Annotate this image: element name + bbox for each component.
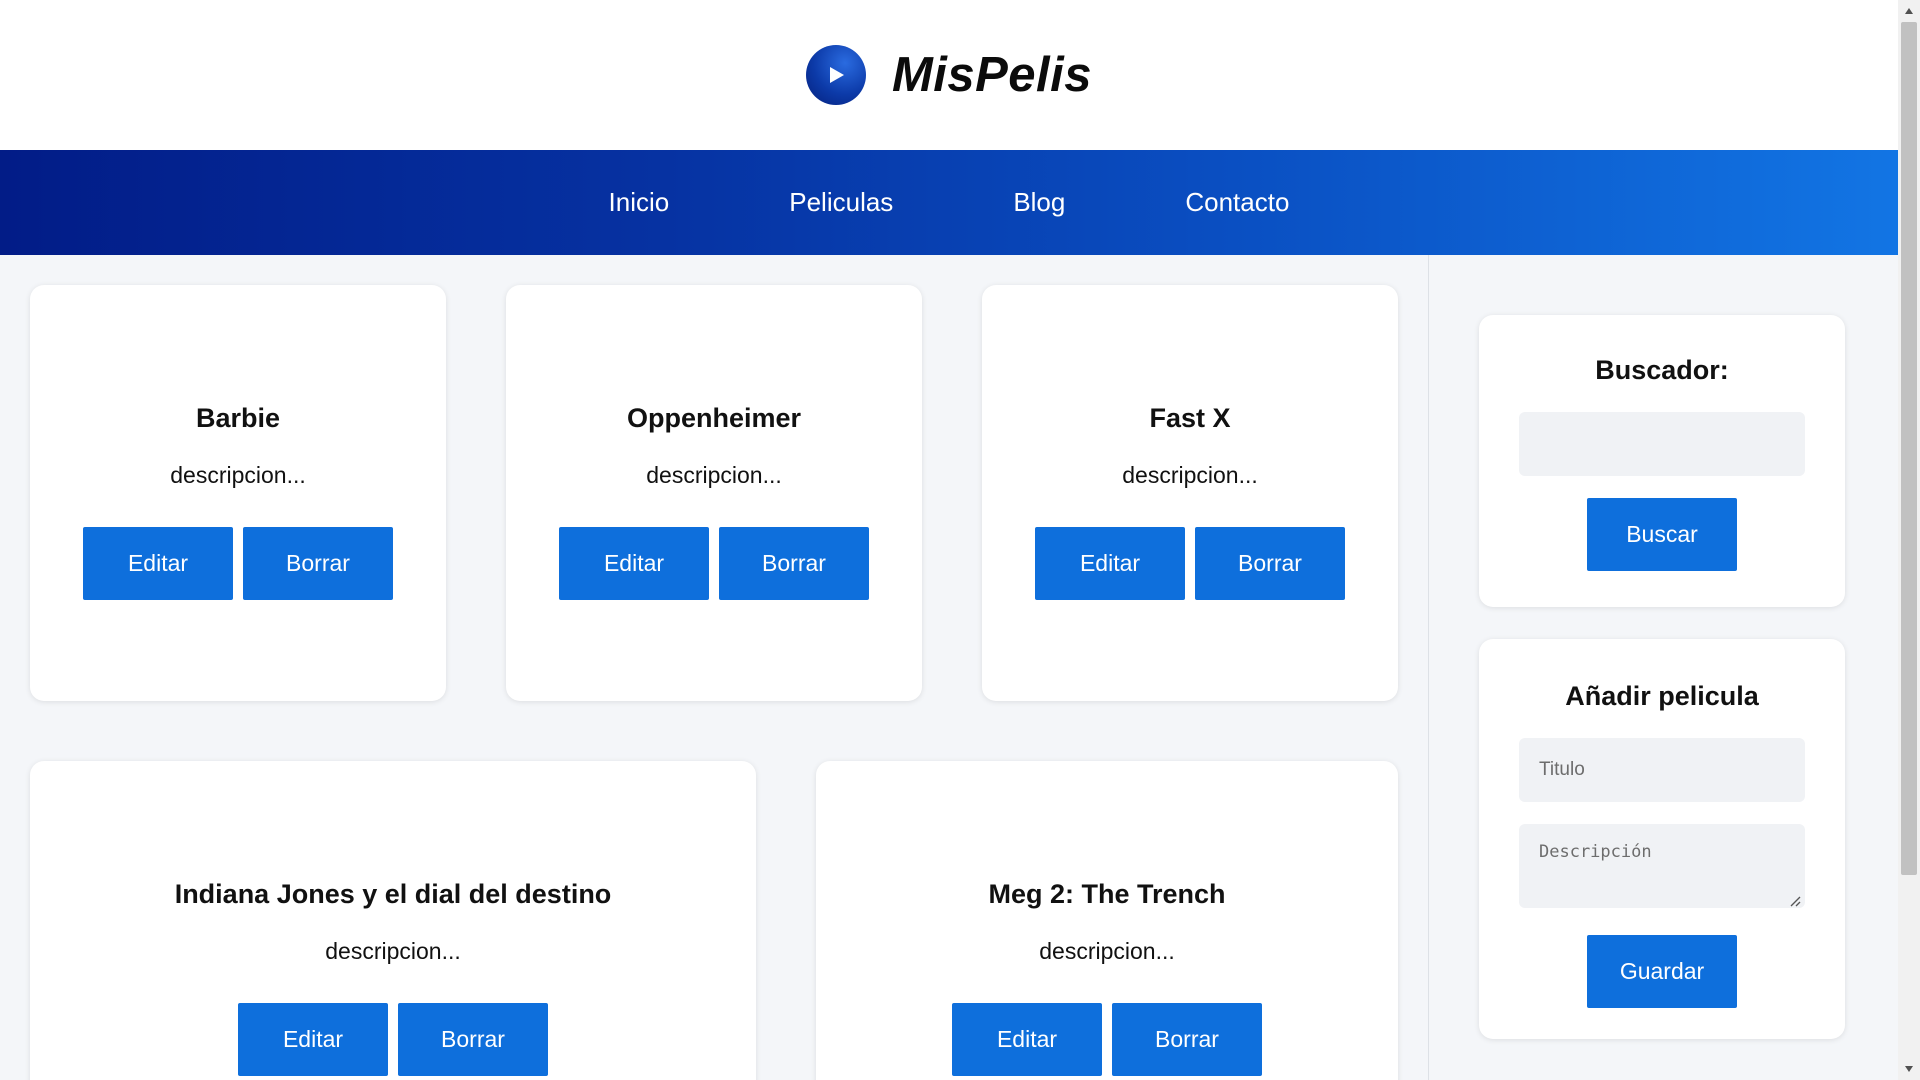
movie-card: Indiana Jones y el dial del destino desc…: [30, 761, 756, 1080]
description-field[interactable]: [1519, 824, 1805, 908]
delete-button[interactable]: Borrar: [719, 527, 869, 600]
card-actions: Editar Borrar: [559, 527, 869, 600]
movie-title: Indiana Jones y el dial del destino: [174, 879, 612, 909]
nav-link-inicio[interactable]: Inicio: [549, 187, 730, 218]
scroll-down-arrow-icon[interactable]: [1898, 1058, 1920, 1080]
search-button[interactable]: Buscar: [1587, 498, 1737, 571]
movie-card: Fast X descripcion... Editar Borrar: [982, 285, 1398, 701]
movie-description: descripcion...: [325, 938, 461, 964]
sidebar: Buscador: Buscar Añadir pelicula Guardar: [1429, 255, 1898, 1080]
content: Barbie descripcion... Editar Borrar Oppe…: [0, 255, 1898, 1080]
delete-button[interactable]: Borrar: [398, 1003, 548, 1076]
scroll-up-arrow-icon[interactable]: [1898, 0, 1920, 22]
nav-link-blog[interactable]: Blog: [953, 187, 1125, 218]
movie-card: Meg 2: The Trench descripcion... Editar …: [816, 761, 1398, 1080]
vertical-scrollbar[interactable]: [1898, 0, 1920, 1080]
edit-button[interactable]: Editar: [952, 1003, 1102, 1076]
delete-button[interactable]: Borrar: [243, 527, 393, 600]
search-panel: Buscador: Buscar: [1479, 315, 1845, 607]
site-header: MisPelis: [0, 0, 1898, 150]
movie-description: descripcion...: [646, 462, 782, 488]
description-field-wrapper: [1519, 824, 1805, 913]
play-triangle-icon: [829, 67, 844, 83]
card-actions: Editar Borrar: [1035, 527, 1345, 600]
delete-button[interactable]: Borrar: [1195, 527, 1345, 600]
resize-handle-icon[interactable]: [1789, 895, 1801, 907]
play-icon[interactable]: [805, 45, 866, 105]
add-movie-panel: Añadir pelicula Guardar: [1479, 639, 1845, 1039]
add-movie-title: Añadir pelicula: [1565, 681, 1759, 711]
scroll-thumb[interactable]: [1901, 22, 1917, 875]
edit-button[interactable]: Editar: [238, 1003, 388, 1076]
page: MisPelis Inicio Peliculas Blog Contacto …: [0, 0, 1898, 1080]
edit-button[interactable]: Editar: [559, 527, 709, 600]
movie-title: Meg 2: The Trench: [988, 879, 1226, 909]
nav-link-contacto[interactable]: Contacto: [1125, 187, 1349, 218]
movie-list: Barbie descripcion... Editar Borrar Oppe…: [0, 255, 1429, 1080]
delete-button[interactable]: Borrar: [1112, 1003, 1262, 1076]
movie-title: Barbie: [195, 403, 281, 433]
search-input[interactable]: [1519, 412, 1805, 476]
movie-card: Oppenheimer descripcion... Editar Borrar: [506, 285, 922, 701]
movie-title: Oppenheimer: [626, 403, 802, 433]
card-actions: Editar Borrar: [952, 1003, 1262, 1076]
movie-description: descripcion...: [170, 462, 306, 488]
movie-card: Barbie descripcion... Editar Borrar: [30, 285, 446, 701]
edit-button[interactable]: Editar: [1035, 527, 1185, 600]
card-actions: Editar Borrar: [83, 527, 393, 600]
search-title: Buscador:: [1595, 355, 1729, 385]
nav-link-peliculas[interactable]: Peliculas: [729, 187, 953, 218]
movie-description: descripcion...: [1122, 462, 1258, 488]
card-actions: Editar Borrar: [238, 1003, 548, 1076]
save-button[interactable]: Guardar: [1587, 935, 1737, 1008]
edit-button[interactable]: Editar: [83, 527, 233, 600]
main-nav: Inicio Peliculas Blog Contacto: [0, 150, 1898, 255]
title-field[interactable]: [1519, 738, 1805, 802]
movie-title: Fast X: [1149, 403, 1231, 433]
movie-description: descripcion...: [1039, 938, 1175, 964]
brand-name[interactable]: MisPelis: [892, 47, 1092, 103]
